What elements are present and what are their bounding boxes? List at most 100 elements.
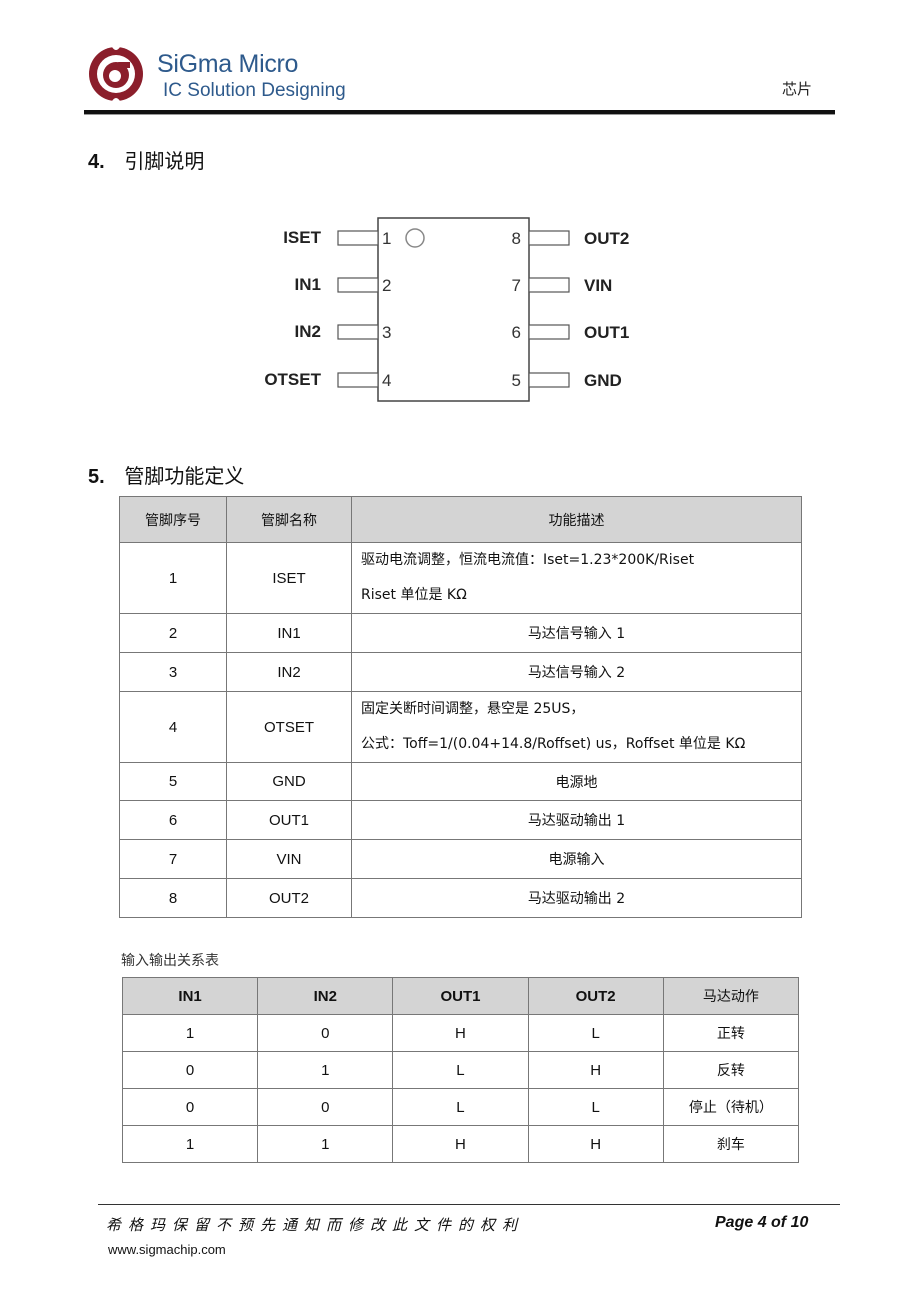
header-pin-number: 管脚序号 [119,496,227,543]
table-header-row: 管脚序号 管脚名称 功能描述 [119,496,802,543]
pin-name: OUT2 [226,878,352,918]
pin-lead [528,324,570,340]
brand-name: SiGma Micro [157,50,299,78]
in2-value: 0 [257,1014,394,1052]
pin-description: 马达驱动输出 1 [351,800,802,840]
pin-right: 8 OUT2 [512,229,630,248]
pin-number-label: 4 [382,371,391,390]
out1-value: L [392,1051,529,1089]
pin-name: VIN [226,839,352,879]
table-row: 4 OTSET 固定关断时间调整，悬空是 25US， 公式：Toff=1/(0.… [119,691,802,763]
section-heading-pin-description: 4. 引脚说明 [88,145,204,174]
out1-value: L [392,1088,529,1126]
pin-name: ISET [226,542,352,614]
pin-number: 7 [119,839,227,879]
table-row: 2 IN1 马达信号输入 1 [119,613,802,653]
pin-name-label: IN1 [295,275,321,294]
section-number: 4. [88,151,105,173]
table-row: 3 IN2 马达信号输入 2 [119,652,802,692]
chip-body [377,217,530,402]
pin-name-label: OTSET [264,370,321,389]
brand-tagline: IC Solution Designing [163,80,346,101]
header-category-label: 芯片 [782,80,813,98]
table-header-row: IN1 IN2 OUT1 OUT2 马达动作 [121,977,800,1015]
out2-value: L [527,1088,664,1126]
pin-number-label: 6 [512,323,521,342]
header-out2: OUT2 [527,977,664,1015]
in2-value: 1 [257,1051,394,1089]
table-row: 0 0 L L 停止（待机） [121,1088,800,1126]
pin-number: 6 [119,800,227,840]
pin-number: 5 [119,762,227,801]
out1-value: H [392,1014,529,1052]
header-function: 功能描述 [351,496,802,543]
motor-action: 停止（待机） [662,1088,800,1126]
header-out1: OUT1 [392,977,529,1015]
out2-value: H [527,1051,664,1089]
table-row: 6 OUT1 马达驱动输出 1 [119,800,802,840]
io-relation-table: IN1 IN2 OUT1 OUT2 马达动作 1 0 H L 正转 0 1 L H 反转 0 0 L L 停… [121,977,800,1163]
pin-number: 2 [119,613,227,653]
footer-divider [98,1204,840,1205]
pin-number-label: 5 [512,371,521,390]
pin-name: GND [226,762,352,801]
pin-name-label: GND [584,371,622,390]
in1-value: 1 [121,1014,259,1052]
pin-function-table: 管脚序号 管脚名称 功能描述 1 ISET 驱动电流调整，恒流电流值：Iset=… [119,496,802,918]
in1-value: 1 [121,1125,259,1163]
pin-name-label: IN2 [295,322,321,341]
pin-description: 电源输入 [351,839,802,879]
out2-value: H [527,1125,664,1163]
table-row: 5 GND 电源地 [119,762,802,801]
section-number: 5. [88,466,105,488]
description-line: Riset 单位是 KΩ [361,587,467,603]
in2-value: 1 [257,1125,394,1163]
pin-description: 马达信号输入 1 [351,613,802,653]
footer-url: www.sigmachip.com [108,1242,226,1257]
pin-name-label: ISET [283,228,321,247]
header-divider-thin [84,114,835,115]
section-title: 引脚说明 [124,149,205,173]
pin-name: IN1 [226,613,352,653]
header-in2: IN2 [257,977,394,1015]
pin-name-label: VIN [584,276,612,295]
pin-lead [528,372,570,388]
pin-number-label: 7 [512,276,521,295]
description-line: 公式：Toff=1/(0.04+14.8/Roffset) us，Roffset… [361,736,746,752]
out2-value: L [527,1014,664,1052]
pin-number-label: 3 [382,323,391,342]
pin-name: OUT1 [226,800,352,840]
pin-number-label: 2 [382,276,391,295]
pin-lead [337,230,379,246]
table-row: 1 0 H L 正转 [121,1014,800,1052]
company-logo-icon [89,47,143,101]
pin-name: IN2 [226,652,352,692]
table-row: 0 1 L H 反转 [121,1051,800,1089]
pin-description: 马达驱动输出 2 [351,878,802,918]
pin-number: 1 [119,542,227,614]
in1-value: 0 [121,1051,259,1089]
pin-number: 3 [119,652,227,692]
pin-lead [337,372,379,388]
header-pin-name: 管脚名称 [226,496,352,543]
in1-value: 0 [121,1088,259,1126]
pin-number: 8 [119,878,227,918]
pin-description: 马达信号输入 2 [351,652,802,692]
pin-number-label: 8 [512,229,521,248]
section-title: 管脚功能定义 [124,464,245,488]
in2-value: 0 [257,1088,394,1126]
pin-name-label: OUT1 [584,323,629,342]
description-line: 驱动电流调整，恒流电流值：Iset=1.23*200K/Riset [361,552,695,568]
table-row: 7 VIN 电源输入 [119,839,802,879]
pin-number: 4 [119,691,227,763]
description-line: 固定关断时间调整，悬空是 25US， [361,701,585,717]
table-row: 1 ISET 驱动电流调整，恒流电流值：Iset=1.23*200K/Riset… [119,542,802,614]
pin-name: OTSET [226,691,352,763]
section-heading-pin-function: 5. 管脚功能定义 [88,460,244,489]
header-motor-action: 马达动作 [662,977,800,1015]
pin-description: 固定关断时间调整，悬空是 25US， 公式：Toff=1/(0.04+14.8/… [351,691,802,763]
pin-left: 1 ISET [283,228,391,248]
motor-action: 刹车 [662,1125,800,1163]
table-row: 1 1 H H 刹车 [121,1125,800,1163]
header-in1: IN1 [121,977,259,1015]
